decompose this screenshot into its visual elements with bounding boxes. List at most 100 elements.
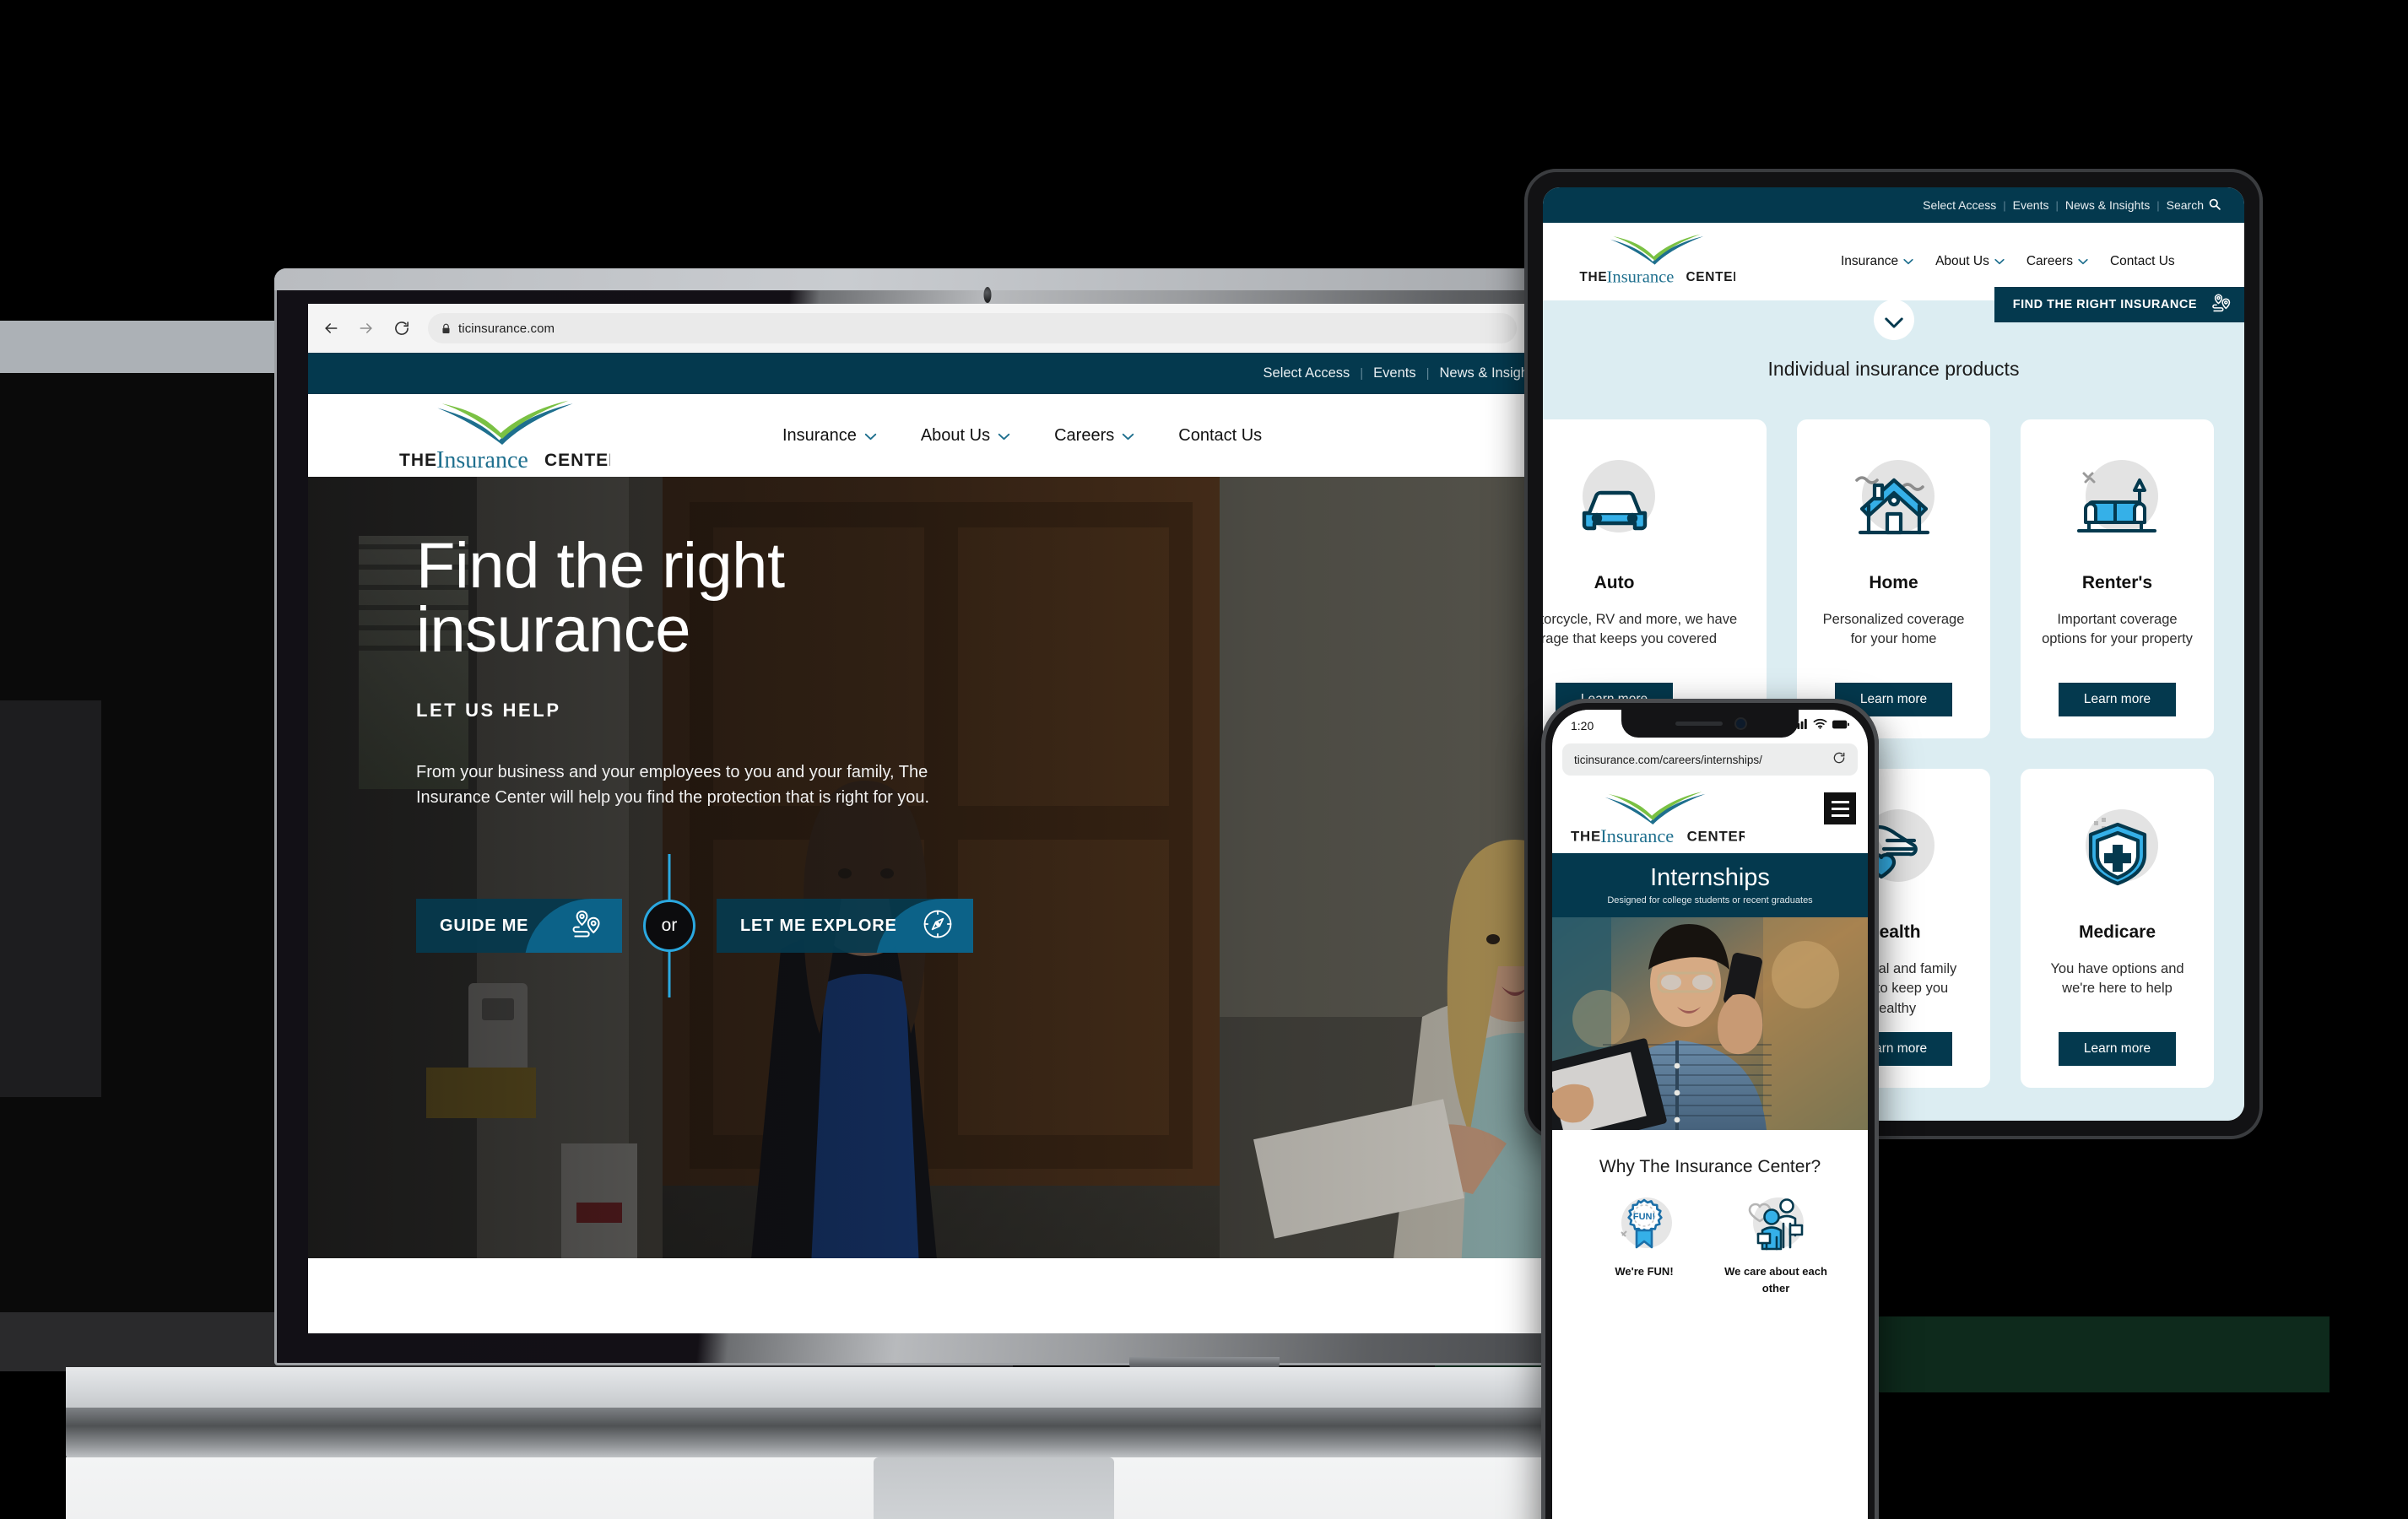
chevron-down-icon <box>864 426 877 446</box>
svg-text:Insurance: Insurance <box>1600 825 1674 846</box>
logo-wordmark: THE Insurance CENTER <box>1571 825 1745 846</box>
hero-cta-group: GUIDE ME or LET ME EXPLORE <box>416 854 1024 998</box>
product-description: Car, motorcycle, RV and more, we have co… <box>1543 612 1738 647</box>
front-camera-icon <box>1735 719 1745 728</box>
logo-checkmark-icon <box>1604 791 1705 824</box>
monitor-base-front <box>66 1457 1577 1519</box>
product-card-home[interactable]: Home Personalized coverage for your home… <box>1797 419 1990 738</box>
nav-links: Insurance About Us Careers Contact Us <box>760 426 1284 446</box>
utility-link-events[interactable]: Events <box>1373 365 1415 381</box>
nav-item-label: Careers <box>2026 254 2073 268</box>
nav-item-careers[interactable]: Careers <box>1032 426 1156 446</box>
address-bar[interactable]: ticinsurance.com <box>428 313 1517 343</box>
phone-page-hero: Internships Designed for college student… <box>1552 853 1868 918</box>
svg-text:CENTER: CENTER <box>544 451 610 470</box>
car-icon <box>1564 453 1665 554</box>
tablet-nav-item-careers[interactable]: Careers <box>2016 254 2099 269</box>
phone-address-bar-url: ticinsurance.com/careers/internships/ <box>1574 753 1762 766</box>
hero-headline: Find the right insurance <box>416 534 1024 662</box>
product-learn-more-button[interactable]: Learn more <box>2058 683 2177 716</box>
svg-text:THE: THE <box>1571 828 1601 844</box>
phone-device: 1:20 ticinsurance.com/careers/internship… <box>1541 699 1879 1519</box>
hero-body-text: From your business and your employees to… <box>416 763 930 807</box>
hero-content: Find the right insurance LET US HELP Fro… <box>416 534 1024 998</box>
product-title: Medicare <box>2078 922 2156 942</box>
product-card-renters[interactable]: Renter's Important coverage options for … <box>2021 419 2214 738</box>
nav-item-label: About Us <box>920 425 991 445</box>
product-card-auto[interactable]: Auto Car, motorcycle, RV and more, we ha… <box>1543 419 1767 738</box>
tablet-nav-item-about-us[interactable]: About Us <box>1924 254 2016 269</box>
utility-link-select-access[interactable]: Select Access <box>1264 365 1350 381</box>
let-me-explore-label: LET ME EXPLORE <box>740 916 897 935</box>
sofa-lamp-icon <box>2067 453 2168 554</box>
logo-checkmark-icon <box>1610 234 1704 265</box>
phone-site-logo[interactable]: THE Insurance CENTER <box>1564 791 1745 846</box>
status-icons <box>1794 718 1849 733</box>
tablet-utility-bar: Select Access | Events | News & Insights… <box>1543 187 2244 223</box>
reload-icon[interactable] <box>1832 751 1846 769</box>
nav-item-label: About Us <box>1935 254 1989 268</box>
people-heart-icon <box>1745 1192 1807 1255</box>
status-time: 1:20 <box>1571 719 1594 732</box>
utility-separator: | <box>1426 366 1430 381</box>
wifi-icon <box>1813 718 1827 733</box>
chevron-down-icon <box>1884 316 1904 333</box>
hero-section: Find the right insurance LET US HELP Fro… <box>308 477 1665 1302</box>
hamburger-menu-icon[interactable] <box>1824 792 1856 824</box>
scroll-down-indicator[interactable] <box>1873 300 1914 340</box>
monitor-base-post <box>874 1457 1114 1519</box>
guide-me-button[interactable]: GUIDE ME <box>416 899 622 954</box>
let-me-explore-button[interactable]: LET ME EXPLORE <box>717 899 973 954</box>
or-label: or <box>643 900 695 953</box>
find-insurance-label: FIND THE RIGHT INSURANCE <box>2012 298 2197 311</box>
chevron-down-icon <box>2078 254 2088 269</box>
nav-item-label: Careers <box>1054 425 1115 445</box>
hero-headline-line1: Find the right <box>416 530 785 602</box>
desktop-monitor: ticinsurance.com Select Access | Events … <box>274 268 1701 1365</box>
nav-item-about-us[interactable]: About Us <box>899 426 1032 446</box>
address-bar-url: ticinsurance.com <box>458 321 555 336</box>
chevron-down-icon <box>1994 254 2005 269</box>
svg-text:THE: THE <box>1579 270 1607 284</box>
tablet-utility-link-search[interactable]: Search <box>2167 198 2221 213</box>
tablet-nav-item-contact-us[interactable]: Contact Us <box>2099 254 2186 269</box>
svg-text:FUN!: FUN! <box>1633 1212 1655 1222</box>
forward-arrow-icon[interactable] <box>355 317 377 339</box>
tablet-utility-link-select-access[interactable]: Select Access <box>1923 198 1996 212</box>
phone-notch <box>1621 710 1799 738</box>
webcam-icon <box>983 287 992 303</box>
utility-separator: | <box>2055 198 2059 212</box>
phone-address-bar[interactable]: ticinsurance.com/careers/internships/ <box>1562 743 1858 776</box>
desktop-browser-window: ticinsurance.com Select Access | Events … <box>308 304 1665 1333</box>
site-logo[interactable]: THE Insurance CENTER <box>382 399 627 472</box>
utility-separator: | <box>1360 366 1364 381</box>
product-title: Auto <box>1594 573 1635 592</box>
svg-text:Insurance: Insurance <box>1607 268 1675 285</box>
nav-item-insurance[interactable]: Insurance <box>760 426 899 446</box>
nav-item-contact-us[interactable]: Contact Us <box>1156 426 1284 446</box>
phone-screen: 1:20 ticinsurance.com/careers/internship… <box>1552 710 1868 1519</box>
logo-checkmark-icon <box>436 400 573 445</box>
chevron-down-icon <box>998 426 1010 446</box>
product-learn-more-button[interactable]: Learn more <box>2058 1032 2177 1066</box>
tablet-site-logo[interactable]: THE Insurance CENTER <box>1577 233 1737 285</box>
tablet-nav-item-insurance[interactable]: Insurance <box>1830 254 1924 269</box>
map-pin-route-icon <box>570 907 603 945</box>
site-utility-bar: Select Access | Events | News & Insights… <box>308 353 1665 394</box>
find-the-right-insurance-button[interactable]: FIND THE RIGHT INSURANCE <box>1994 287 2244 322</box>
product-card-medicare[interactable]: Medicare You have options and we're here… <box>2021 769 2214 1088</box>
svg-text:THE: THE <box>399 451 437 470</box>
reload-icon[interactable] <box>391 317 413 339</box>
phone-why-section: Why The Insurance Center? FUN! We're FUN… <box>1552 1130 1868 1316</box>
phone-hero-photo <box>1552 917 1868 1131</box>
house-icon <box>1843 453 1945 554</box>
tablet-utility-link-events[interactable]: Events <box>2013 198 2049 212</box>
earpiece-speaker <box>1675 722 1723 726</box>
shield-plus-icon <box>2067 803 2168 904</box>
map-pin-route-icon <box>2210 292 2232 317</box>
product-title: Renter's <box>2081 573 2153 592</box>
tablet-utility-link-news-insights[interactable]: News & Insights <box>2065 198 2150 212</box>
phone-site-header: THE Insurance CENTER <box>1552 782 1868 853</box>
phone-hero-title: Internships <box>1650 864 1770 891</box>
back-arrow-icon[interactable] <box>320 317 342 339</box>
